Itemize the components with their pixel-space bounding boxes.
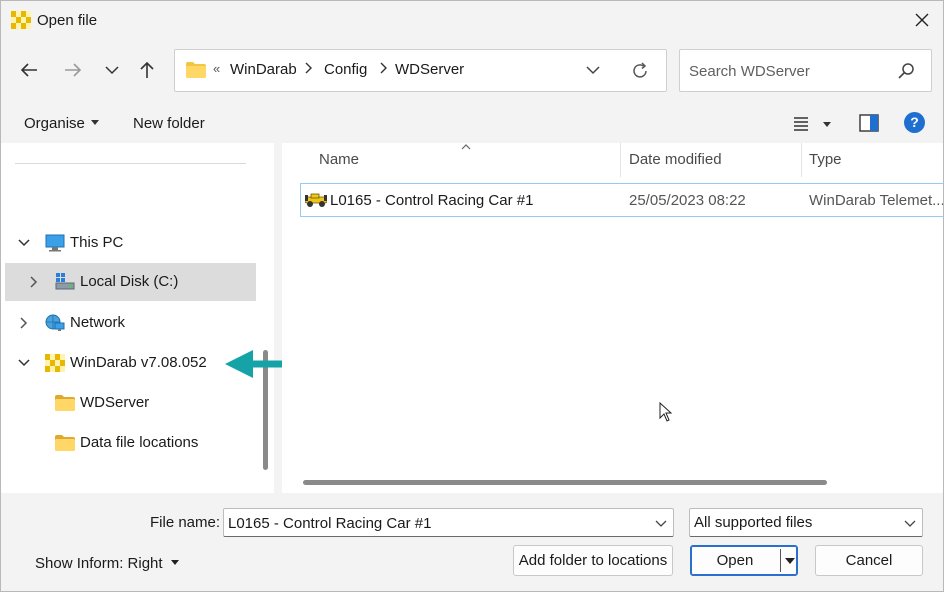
file-type-cell: WinDarab Telemet... — [809, 192, 944, 209]
forward-button[interactable] — [59, 55, 87, 85]
network-icon — [45, 314, 65, 331]
window-title: Open file — [37, 12, 98, 29]
tree-item-wdserver[interactable]: WDServer — [5, 384, 256, 422]
windarab-icon — [45, 354, 65, 372]
chevron-down-icon — [586, 66, 600, 75]
file-type-filter-value: All supported files — [694, 514, 813, 531]
file-name-input[interactable] — [228, 514, 648, 532]
arrow-left-icon — [20, 63, 37, 77]
address-bar[interactable]: « WinDarab Config WDServer — [174, 49, 667, 92]
arrow-up-icon — [140, 61, 154, 78]
breadcrumb-separator-icon[interactable] — [305, 61, 313, 77]
sort-ascending-icon — [461, 144, 471, 150]
show-inform-menu[interactable]: Show Inform: Right — [35, 555, 179, 572]
search-box[interactable] — [679, 49, 932, 92]
open-file-dialog: Open file « WinDarab Config WDServer Sea… — [0, 0, 944, 592]
title-bar: Open file — [1, 1, 943, 39]
preview-pane-icon[interactable] — [859, 114, 879, 132]
navigation-pane: This PC Local Disk (C:) Network WinDarab… — [1, 143, 274, 493]
column-header-date-modified[interactable]: Date modified — [629, 151, 722, 168]
chevron-down-icon[interactable] — [17, 356, 31, 370]
dialog-footer: File name: All supported files Show Info… — [1, 493, 943, 591]
arrow-right-icon — [65, 63, 82, 77]
file-date-cell: 25/05/2023 08:22 — [629, 192, 746, 209]
tree-label: WinDarab v7.08.052 — [70, 354, 207, 371]
caret-down-icon — [170, 559, 179, 565]
command-toolbar: Organise New folder ? — [1, 105, 943, 143]
tree-label: WDServer — [80, 394, 150, 411]
search-icon[interactable] — [897, 62, 915, 80]
mouse-cursor-icon — [659, 402, 673, 422]
refresh-icon — [633, 62, 647, 78]
breadcrumb-windarab[interactable]: WinDarab — [230, 61, 297, 78]
address-overflow[interactable]: « — [213, 61, 220, 76]
close-icon — [915, 13, 929, 27]
open-split-divider — [780, 549, 781, 572]
tree-item-windarab[interactable]: WinDarab v7.08.052 — [5, 344, 256, 382]
table-row[interactable]: L0165 - Control Racing Car #1 25/05/2023… — [300, 183, 944, 217]
show-inform-label: Show Inform: Right — [35, 555, 163, 572]
back-button[interactable] — [15, 55, 43, 85]
open-button[interactable]: Open — [690, 545, 798, 576]
tree-label: Network — [70, 314, 126, 331]
caret-down-icon — [90, 119, 99, 125]
open-options-caret-icon[interactable] — [785, 558, 795, 564]
open-button-label: Open — [716, 552, 754, 569]
tree-label: Data file locations — [80, 434, 199, 451]
new-folder-button[interactable]: New folder — [133, 115, 205, 132]
file-name-combobox[interactable] — [223, 508, 674, 537]
tree-item-local-disk[interactable]: Local Disk (C:) — [5, 263, 256, 301]
column-separator[interactable] — [801, 143, 802, 177]
tree-item-this-pc[interactable]: This PC — [5, 224, 256, 262]
chevron-right-icon[interactable] — [17, 316, 31, 330]
folder-icon — [55, 395, 75, 411]
tree-item-data-file-locations[interactable]: Data file locations — [5, 424, 256, 462]
folder-icon — [186, 62, 206, 78]
tree-item-network[interactable]: Network — [5, 304, 256, 342]
chevron-down-icon[interactable] — [655, 517, 667, 529]
breadcrumb-config[interactable]: Config — [324, 61, 367, 78]
chevron-down-icon[interactable] — [17, 236, 31, 250]
organise-menu-button[interactable]: Organise — [24, 115, 99, 132]
breadcrumb-separator-icon[interactable] — [380, 61, 388, 77]
windarab-app-icon — [11, 11, 31, 29]
chevron-down-icon — [904, 520, 916, 527]
address-history-button[interactable] — [585, 62, 605, 80]
file-list: Name Date modified Type L0165 - Control … — [282, 143, 943, 493]
computer-icon — [45, 234, 65, 252]
recent-locations-button[interactable] — [98, 55, 126, 85]
view-list-icon[interactable] — [792, 114, 810, 132]
file-name-cell: L0165 - Control Racing Car #1 — [330, 192, 534, 209]
column-header-name[interactable]: Name — [319, 151, 359, 168]
search-input[interactable] — [689, 60, 889, 82]
chevron-down-icon — [105, 66, 119, 75]
drive-icon — [55, 273, 75, 290]
organise-label: Organise — [24, 115, 85, 132]
add-folder-to-locations-button[interactable]: Add folder to locations — [513, 545, 673, 576]
chevron-right-icon[interactable] — [27, 275, 41, 289]
column-header-type[interactable]: Type — [809, 151, 842, 168]
breadcrumb-wdserver[interactable]: WDServer — [395, 61, 464, 78]
racing-car-file-icon — [305, 193, 327, 207]
horizontal-scrollbar[interactable] — [303, 480, 827, 485]
close-button[interactable] — [907, 5, 937, 35]
file-type-filter-select[interactable]: All supported files — [689, 508, 923, 537]
refresh-button[interactable] — [630, 61, 652, 83]
tree-label: Local Disk (C:) — [80, 273, 179, 290]
cancel-button[interactable]: Cancel — [815, 545, 923, 576]
view-options-caret-icon[interactable] — [823, 122, 831, 127]
help-icon[interactable]: ? — [904, 112, 925, 133]
tree-label: This PC — [70, 234, 124, 251]
pane-splitter[interactable] — [274, 143, 282, 493]
nav-divider — [15, 163, 246, 164]
navigation-bar: « WinDarab Config WDServer — [1, 39, 943, 101]
up-button[interactable] — [133, 55, 161, 85]
file-name-label: File name: — [150, 514, 221, 531]
column-separator[interactable] — [620, 143, 621, 177]
folder-icon — [55, 435, 75, 451]
